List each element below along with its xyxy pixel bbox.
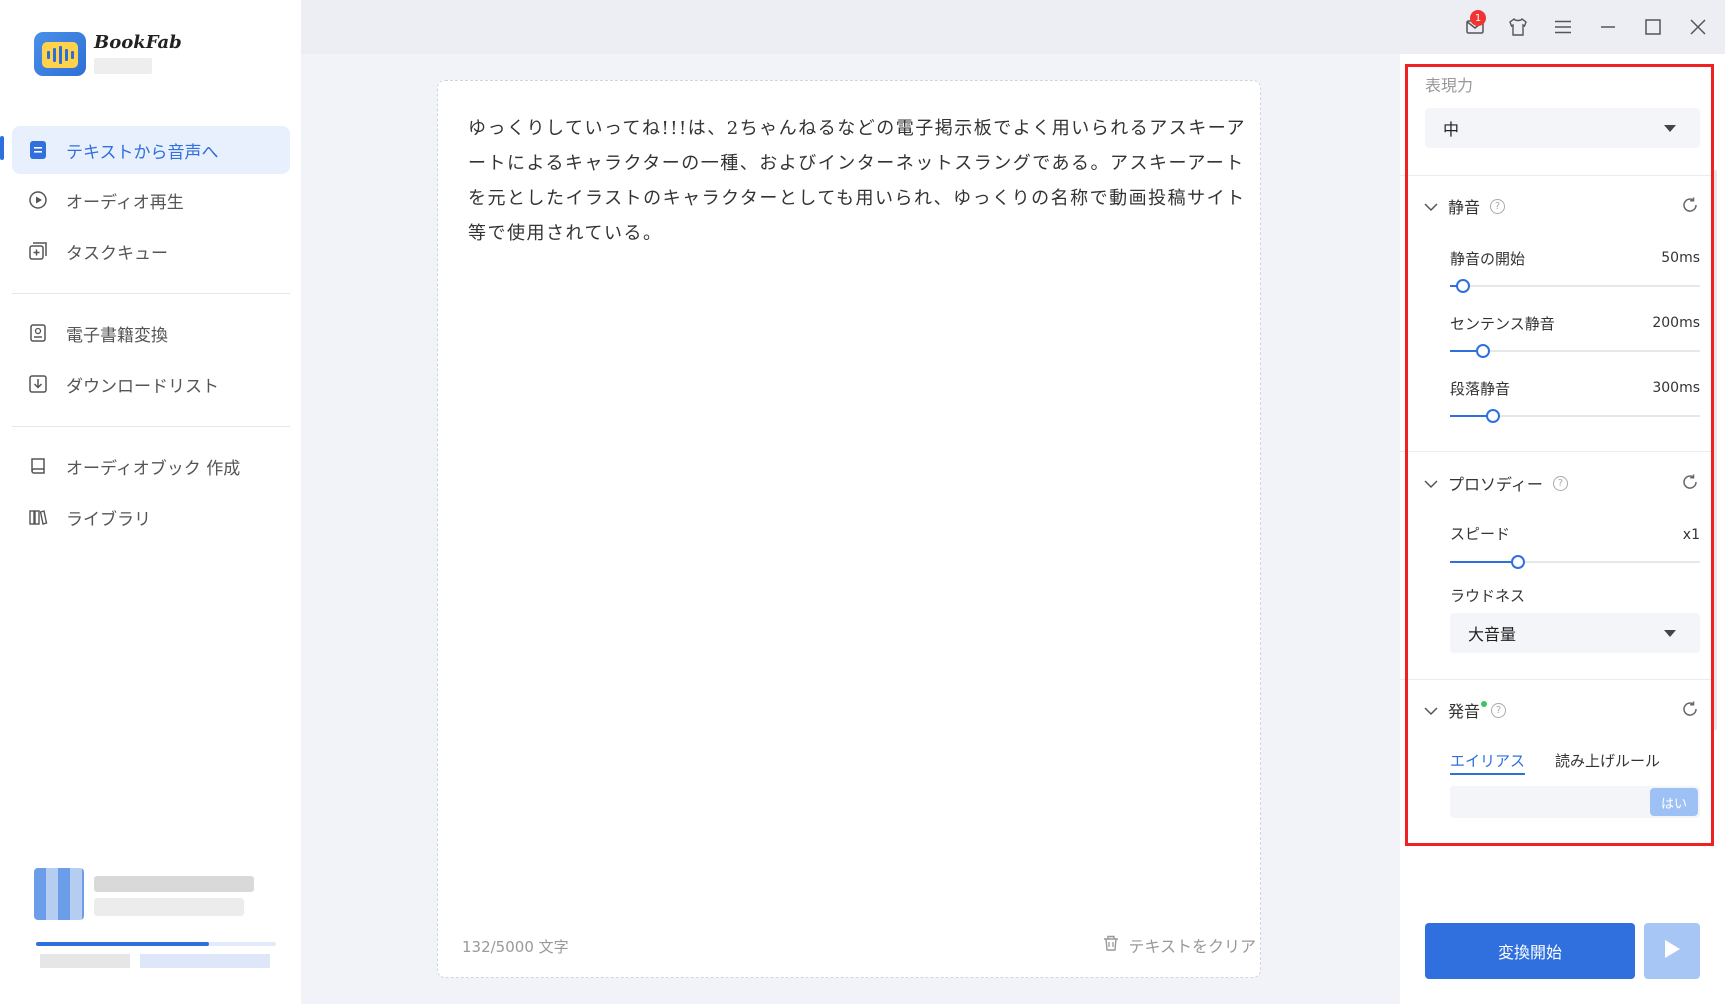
sidebar-item-audio-playback[interactable]: オーディオ再生: [12, 176, 290, 224]
blurred-subtitle: [94, 58, 152, 74]
download-icon: [28, 374, 48, 394]
waveform-icon: [42, 42, 78, 68]
play-circle-icon: [28, 190, 48, 210]
avatar[interactable]: [34, 868, 84, 920]
blurred-footer-text: [40, 954, 130, 968]
sidebar-item-text-to-speech[interactable]: テキストから音声へ: [12, 126, 290, 174]
sidebar-item-library[interactable]: ライブラリ: [12, 493, 290, 541]
minimize-icon[interactable]: [1595, 14, 1621, 40]
shirt-icon[interactable]: [1505, 14, 1531, 40]
maximize-icon[interactable]: [1640, 14, 1666, 40]
sidebar-divider: [12, 426, 290, 427]
quota-progress-bar: [36, 942, 276, 946]
clear-text-button[interactable]: テキストをクリア: [1102, 933, 1256, 957]
play-preview-button[interactable]: [1644, 923, 1700, 979]
editor-text[interactable]: ゆっくりしていってね!!!は、2ちゃんねるなどの電子掲示板でよく用いられるアスキ…: [468, 111, 1248, 251]
scrollbar[interactable]: [1714, 170, 1717, 730]
sidebar-item-label: テキストから音声へ: [66, 142, 219, 163]
sidebar-item-label: ダウンロードリスト: [66, 376, 219, 397]
sidebar-item-label: オーディオブック 作成: [66, 458, 241, 479]
sidebar-item-label: ライブラリ: [66, 509, 151, 530]
character-count: 132/5000 文字: [462, 938, 569, 956]
sidebar-divider: [12, 293, 290, 294]
sidebar-item-label: タスクキュー: [66, 243, 168, 264]
sidebar-item-task-queue[interactable]: タスクキュー: [12, 227, 290, 275]
app-name: BookFab: [94, 32, 182, 53]
sidebar-item-ebook-conversion[interactable]: 電子書籍変換: [12, 309, 290, 357]
blurred-account-info: [94, 898, 244, 916]
play-icon: [1663, 939, 1681, 963]
menu-icon[interactable]: [1550, 14, 1576, 40]
sidebar-item-label: 電子書籍変換: [66, 325, 168, 346]
active-indicator: [0, 136, 4, 160]
sidebar-item-label: オーディオ再生: [66, 192, 184, 213]
sidebar-item-audiobook-create[interactable]: オーディオブック 作成: [12, 442, 290, 490]
sidebar: BookFab テキストから音声へ オーディオ再生 タスクキュー 電子書籍変換 …: [0, 0, 301, 1004]
blurred-footer-link[interactable]: [140, 954, 270, 968]
trash-icon: [1102, 934, 1120, 956]
ebook-icon: [28, 323, 48, 343]
document-icon: [28, 140, 48, 160]
blurred-username: [94, 876, 254, 892]
close-icon[interactable]: [1685, 14, 1711, 40]
highlight-box: [1405, 64, 1714, 846]
library-icon: [28, 507, 48, 527]
task-queue-icon: [28, 241, 48, 261]
app-logo: [34, 32, 86, 76]
text-editor[interactable]: ゆっくりしていってね!!!は、2ちゃんねるなどの電子掲示板でよく用いられるアスキ…: [437, 80, 1261, 978]
clear-text-label: テキストをクリア: [1128, 937, 1256, 956]
quota-progress-fill: [36, 942, 209, 946]
mail-badge: 1: [1470, 10, 1486, 26]
book-icon: [28, 456, 48, 476]
sidebar-item-download-list[interactable]: ダウンロードリスト: [12, 360, 290, 408]
start-conversion-button[interactable]: 変換開始: [1425, 923, 1635, 979]
